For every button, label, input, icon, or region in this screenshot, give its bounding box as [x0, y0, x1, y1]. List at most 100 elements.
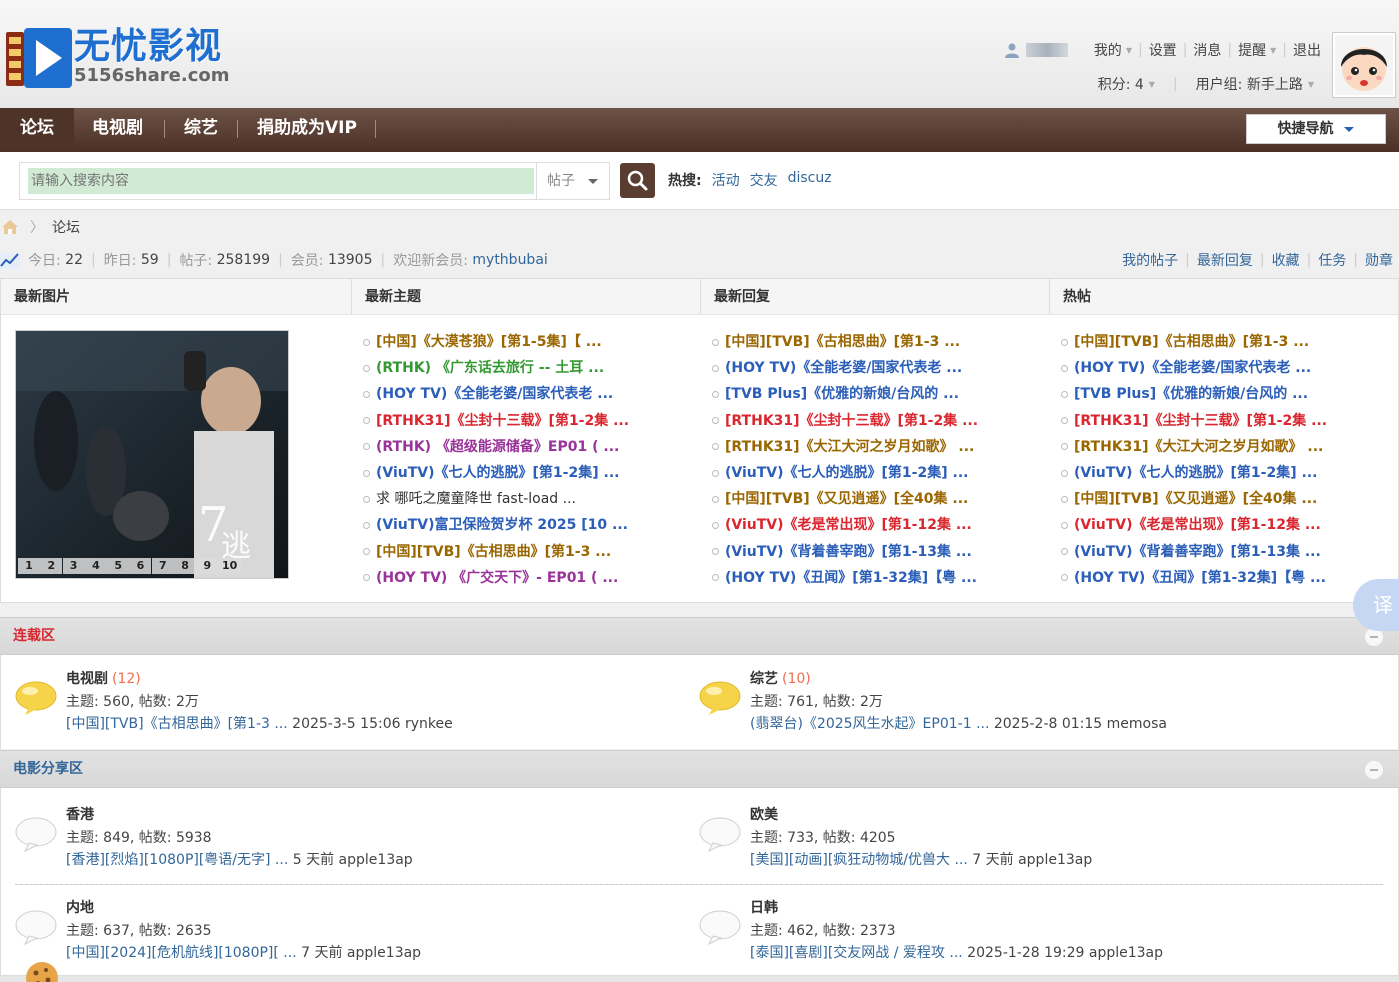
- new-member-link[interactable]: mythbubai: [472, 252, 547, 268]
- slide-number[interactable]: 7: [151, 558, 174, 574]
- thread-link[interactable]: (RTHK) 《广东话去旅行 -- 土耳 ...: [376, 355, 604, 381]
- username-blurred[interactable]: [1025, 43, 1068, 57]
- thread-link[interactable]: [中国]《大漠苍狼》[第1-5集]【 ...: [376, 329, 602, 355]
- slide-number[interactable]: 2: [40, 558, 63, 574]
- slide-number[interactable]: 9: [196, 558, 219, 574]
- thread-link[interactable]: (ViuTV)《七人的逃脱》[第1-2集] ...: [1074, 460, 1317, 486]
- hot-post-item[interactable]: [中国][TVB]《古相思曲》[第1-3 ...: [1061, 329, 1327, 355]
- thread-link[interactable]: (HOY TV)《丑闻》[第1-32集]【粤 ...: [1074, 565, 1326, 591]
- hot-post-item[interactable]: [中国][TVB]《又见逍遥》[全40集 ...: [1061, 486, 1327, 512]
- search-button[interactable]: [620, 163, 655, 198]
- latest-reply-item[interactable]: [RTHK31]《大江大河之岁月如歌》 ...: [712, 434, 978, 460]
- home-icon[interactable]: [0, 218, 20, 236]
- thread-link[interactable]: (ViuTV)富卫保险贺岁杯 2025 [10 ...: [376, 512, 628, 538]
- slide-number[interactable]: 3: [62, 558, 85, 574]
- favorites-link[interactable]: 收藏: [1272, 250, 1300, 270]
- my-menu[interactable]: 我的: [1094, 40, 1122, 60]
- forum-last-post-link[interactable]: [中国][TVB]《古相思曲》[第1-3 ...: [66, 716, 288, 732]
- forum-last-post-link[interactable]: (翡翠台)《2025风生水起》EP01-1 ...: [750, 716, 989, 732]
- thread-link[interactable]: (RTHK) 《超级能源储备》EP01 ( ...: [376, 434, 619, 460]
- latest-reply-item[interactable]: (ViuTV)《老是常出现》[第1-12集 ...: [712, 512, 978, 538]
- latest-topic-item[interactable]: [中国]《大漠苍狼》[第1-5集]【 ...: [363, 329, 629, 355]
- latest-reply-item[interactable]: (HOY TV)《丑闻》[第1-32集]【粤 ...: [712, 565, 978, 591]
- nav-item-forum[interactable]: 论坛: [0, 108, 74, 148]
- thread-link[interactable]: [中国][TVB]《又见逍遥》[全40集 ...: [725, 486, 968, 512]
- quick-nav-button[interactable]: 快捷导航: [1246, 114, 1386, 144]
- nav-item-tv[interactable]: 电视剧: [92, 108, 143, 148]
- latest-reply-item[interactable]: (ViuTV)《背着善宰跑》[第1-13集 ...: [712, 539, 978, 565]
- hot-post-item[interactable]: (ViuTV)《背着善宰跑》[第1-13集 ...: [1061, 539, 1327, 565]
- site-logo[interactable]: 无忧影视 5156share.com: [6, 24, 236, 90]
- forum-last-post-link[interactable]: [泰国][喜剧][交友网战 / 爱程攻 ...: [750, 945, 963, 961]
- thread-link[interactable]: [中国][TVB]《古相思曲》[第1-3 ...: [1074, 329, 1309, 355]
- latest-replies-link[interactable]: 最新回复: [1197, 250, 1253, 270]
- thread-link[interactable]: [RTHK31]《大江大河之岁月如歌》 ...: [725, 434, 974, 460]
- forum-last-post-link[interactable]: [美国][动画][疯狂动物城/优兽大 ...: [750, 852, 968, 868]
- latest-topic-item[interactable]: (ViuTV)富卫保险贺岁杯 2025 [10 ...: [363, 512, 629, 538]
- hot-term[interactable]: 交友: [750, 170, 778, 190]
- thread-link[interactable]: [RTHK31]《大江大河之岁月如歌》 ...: [1074, 434, 1323, 460]
- thread-link[interactable]: (ViuTV)《七人的逃脱》[第1-2集] ...: [725, 460, 968, 486]
- thread-link[interactable]: (HOY TV)《全能老婆/国家代表老 ...: [725, 355, 962, 381]
- breadcrumb-current[interactable]: 论坛: [52, 217, 80, 237]
- latest-topic-item[interactable]: [RTHK31]《尘封十三载》[第1-2集 ...: [363, 408, 629, 434]
- forum-name[interactable]: 内地: [66, 897, 94, 919]
- forum-last-post-link[interactable]: [中国][2024][危机航线][1080P][ ...: [66, 945, 297, 961]
- thread-link[interactable]: (ViuTV)《背着善宰跑》[第1-13集 ...: [725, 539, 972, 565]
- hot-post-item[interactable]: (ViuTV)《老是常出现》[第1-12集 ...: [1061, 512, 1327, 538]
- thread-link[interactable]: [TVB Plus]《优雅的新娘/台风的 ...: [725, 381, 959, 407]
- thread-link[interactable]: (HOY TV)《丑闻》[第1-32集]【粤 ...: [725, 565, 977, 591]
- thread-link[interactable]: 求 哪吒之魔童降世 fast-load ...: [376, 486, 576, 512]
- search-type-select[interactable]: 帖子: [536, 163, 610, 199]
- forum-name[interactable]: 香港: [66, 804, 94, 826]
- hot-post-item[interactable]: [RTHK31]《尘封十三载》[第1-2集 ...: [1061, 408, 1327, 434]
- hot-post-item[interactable]: (HOY TV)《全能老婆/国家代表老 ...: [1061, 355, 1327, 381]
- forum-name[interactable]: 欧美: [750, 804, 778, 826]
- nav-item-vip[interactable]: 捐助成为VIP: [257, 108, 357, 148]
- forum-name[interactable]: 综艺: [750, 671, 778, 687]
- translate-button[interactable]: 译: [1353, 579, 1399, 631]
- hot-post-item[interactable]: (ViuTV)《七人的逃脱》[第1-2集] ...: [1061, 460, 1327, 486]
- latest-topic-item[interactable]: (HOY TV) 《广交天下》- EP01 ( ...: [363, 565, 629, 591]
- thread-link[interactable]: (ViuTV)《七人的逃脱》[第1-2集] ...: [376, 460, 619, 486]
- collapse-icon[interactable]: [1365, 761, 1383, 779]
- forum-last-post-link[interactable]: [香港][烈焰][1080P][粤语/无字] ...: [66, 852, 288, 868]
- search-input[interactable]: [28, 168, 534, 194]
- thread-link[interactable]: (HOY TV) 《广交天下》- EP01 ( ...: [376, 565, 618, 591]
- thread-link[interactable]: [中国][TVB]《古相思曲》[第1-3 ...: [725, 329, 960, 355]
- tasks-link[interactable]: 任务: [1318, 250, 1346, 270]
- latest-reply-item[interactable]: (ViuTV)《七人的逃脱》[第1-2集] ...: [712, 460, 978, 486]
- latest-reply-item[interactable]: [TVB Plus]《优雅的新娘/台风的 ...: [712, 381, 978, 407]
- usergroup-menu[interactable]: 用户组: 新手上路: [1196, 74, 1303, 94]
- latest-topic-item[interactable]: (RTHK) 《超级能源储备》EP01 ( ...: [363, 434, 629, 460]
- thread-link[interactable]: (HOY TV)《全能老婆/国家代表老 ...: [1074, 355, 1311, 381]
- slide-number[interactable]: 8: [174, 558, 197, 574]
- nav-item-variety[interactable]: 综艺: [184, 108, 218, 148]
- thread-link[interactable]: (ViuTV)《背着善宰跑》[第1-13集 ...: [1074, 539, 1321, 565]
- forum-name[interactable]: 电视剧: [66, 671, 108, 687]
- settings-link[interactable]: 设置: [1149, 40, 1177, 60]
- hot-post-item[interactable]: (HOY TV)《丑闻》[第1-32集]【粤 ...: [1061, 565, 1327, 591]
- slide-number[interactable]: 10: [218, 558, 241, 574]
- thread-link[interactable]: [中国][TVB]《古相思曲》[第1-3 ...: [376, 539, 611, 565]
- featured-image-slider[interactable]: 7 逃 1 2 3 4 5 6 7 8 9 10: [15, 330, 289, 579]
- reminders-link[interactable]: 提醒: [1238, 40, 1266, 60]
- my-posts-link[interactable]: 我的帖子: [1122, 250, 1178, 270]
- medals-link[interactable]: 勋章: [1365, 250, 1393, 270]
- hot-post-item[interactable]: [TVB Plus]《优雅的新娘/台风的 ...: [1061, 381, 1327, 407]
- latest-reply-item[interactable]: [中国][TVB]《古相思曲》[第1-3 ...: [712, 329, 978, 355]
- latest-topic-item[interactable]: [中国][TVB]《古相思曲》[第1-3 ...: [363, 539, 629, 565]
- thread-link[interactable]: [中国][TVB]《又见逍遥》[全40集 ...: [1074, 486, 1317, 512]
- hot-post-item[interactable]: [RTHK31]《大江大河之岁月如歌》 ...: [1061, 434, 1327, 460]
- thread-link[interactable]: [TVB Plus]《优雅的新娘/台风的 ...: [1074, 381, 1308, 407]
- avatar[interactable]: [1332, 32, 1396, 98]
- slide-number[interactable]: 5: [107, 558, 130, 574]
- slide-number[interactable]: 1: [18, 558, 40, 574]
- thread-link[interactable]: [RTHK31]《尘封十三载》[第1-2集 ...: [1074, 408, 1327, 434]
- forum-name[interactable]: 日韩: [750, 897, 778, 919]
- messages-link[interactable]: 消息: [1193, 40, 1221, 60]
- thread-link[interactable]: (HOY TV)《全能老婆/国家代表老 ...: [376, 381, 613, 407]
- slide-number[interactable]: 6: [129, 558, 152, 574]
- hot-term[interactable]: 活动: [712, 170, 740, 190]
- points-menu[interactable]: 积分: 4: [1098, 74, 1144, 94]
